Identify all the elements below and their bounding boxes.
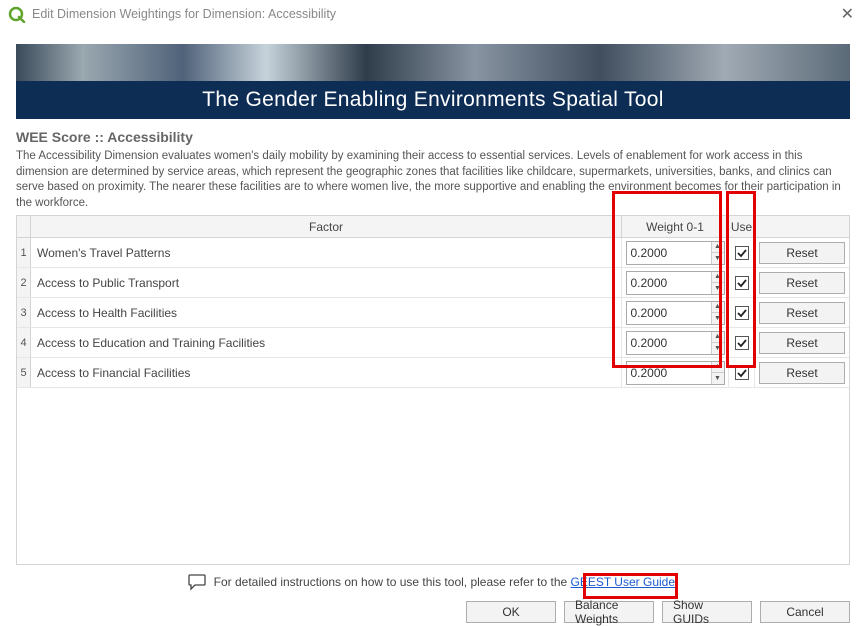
spin-up-button[interactable]: ▲	[712, 302, 724, 313]
weight-spinbox[interactable]: ▲ ▼	[626, 301, 725, 325]
cancel-button[interactable]: Cancel	[760, 601, 850, 623]
spin-down-button[interactable]: ▼	[712, 342, 724, 354]
spin-down-button[interactable]: ▼	[712, 282, 724, 294]
spin-down-button[interactable]: ▼	[712, 372, 724, 384]
row-index: 4	[17, 328, 31, 357]
reset-button[interactable]: Reset	[759, 332, 845, 354]
section-heading: WEE Score :: Accessibility	[16, 129, 850, 145]
spin-down-button[interactable]: ▼	[712, 312, 724, 324]
use-checkbox[interactable]	[735, 276, 749, 290]
factors-table: Factor Weight 0-1 Use 1 Women's Travel P…	[16, 215, 850, 565]
use-checkbox[interactable]	[735, 366, 749, 380]
app-icon	[8, 5, 26, 23]
user-guide-link[interactable]: GEEST User Guide	[571, 575, 675, 589]
col-header-reset	[755, 216, 849, 237]
titlebar: Edit Dimension Weightings for Dimension:…	[0, 0, 866, 28]
table-row: 2 Access to Public Transport ▲ ▼ Reset	[17, 268, 849, 298]
banner-title: The Gender Enabling Environments Spatial…	[202, 88, 663, 112]
speech-bubble-icon	[188, 573, 208, 591]
spin-up-button[interactable]: ▲	[712, 242, 724, 253]
col-header-use: Use	[729, 216, 755, 237]
factor-name: Access to Financial Facilities	[31, 358, 622, 387]
weight-spinbox[interactable]: ▲ ▼	[626, 241, 725, 265]
factor-name: Access to Public Transport	[31, 268, 622, 297]
row-index: 5	[17, 358, 31, 387]
balance-weights-button[interactable]: Balance Weights	[564, 601, 654, 623]
spin-up-button[interactable]: ▲	[712, 272, 724, 283]
weight-spinbox[interactable]: ▲ ▼	[626, 361, 725, 385]
reset-button[interactable]: Reset	[759, 302, 845, 324]
factor-name: Access to Health Facilities	[31, 298, 622, 327]
reset-button[interactable]: Reset	[759, 362, 845, 384]
col-header-index	[17, 216, 31, 237]
description-text: The Accessibility Dimension evaluates wo…	[16, 149, 850, 211]
factor-name: Women's Travel Patterns	[31, 238, 622, 267]
use-checkbox[interactable]	[735, 306, 749, 320]
close-button[interactable]: ✕	[837, 4, 858, 24]
use-checkbox[interactable]	[735, 336, 749, 350]
spin-down-button[interactable]: ▼	[712, 252, 724, 264]
weight-input[interactable]	[627, 332, 711, 354]
dialog-buttons: OK Balance Weights Show GUIDs Cancel	[0, 601, 850, 623]
col-header-factor: Factor	[31, 216, 622, 237]
weight-spinbox[interactable]: ▲ ▼	[626, 331, 725, 355]
row-index: 1	[17, 238, 31, 267]
use-checkbox[interactable]	[735, 246, 749, 260]
banner: The Gender Enabling Environments Spatial…	[16, 44, 850, 119]
reset-button[interactable]: Reset	[759, 272, 845, 294]
reset-button[interactable]: Reset	[759, 242, 845, 264]
row-index: 3	[17, 298, 31, 327]
ok-button[interactable]: OK	[466, 601, 556, 623]
show-guids-button[interactable]: Show GUIDs	[662, 601, 752, 623]
spin-up-button[interactable]: ▲	[712, 332, 724, 343]
table-row: 3 Access to Health Facilities ▲ ▼ Reset	[17, 298, 849, 328]
table-row: 1 Women's Travel Patterns ▲ ▼ Reset	[17, 238, 849, 268]
footer-note-prefix: For detailed instructions on how to use …	[214, 575, 571, 589]
weight-input[interactable]	[627, 362, 711, 384]
weight-input[interactable]	[627, 242, 711, 264]
row-index: 2	[17, 268, 31, 297]
weight-input[interactable]	[627, 302, 711, 324]
col-header-weight: Weight 0-1	[622, 216, 729, 237]
footer-note: For detailed instructions on how to use …	[0, 573, 866, 591]
table-row: 4 Access to Education and Training Facil…	[17, 328, 849, 358]
spin-up-button[interactable]: ▲	[712, 362, 724, 373]
factor-name: Access to Education and Training Facilit…	[31, 328, 622, 357]
window-title: Edit Dimension Weightings for Dimension:…	[32, 7, 336, 21]
weight-input[interactable]	[627, 272, 711, 294]
weight-spinbox[interactable]: ▲ ▼	[626, 271, 725, 295]
table-row: 5 Access to Financial Facilities ▲ ▼ Res…	[17, 358, 849, 388]
footer-note-suffix: .	[675, 575, 678, 589]
